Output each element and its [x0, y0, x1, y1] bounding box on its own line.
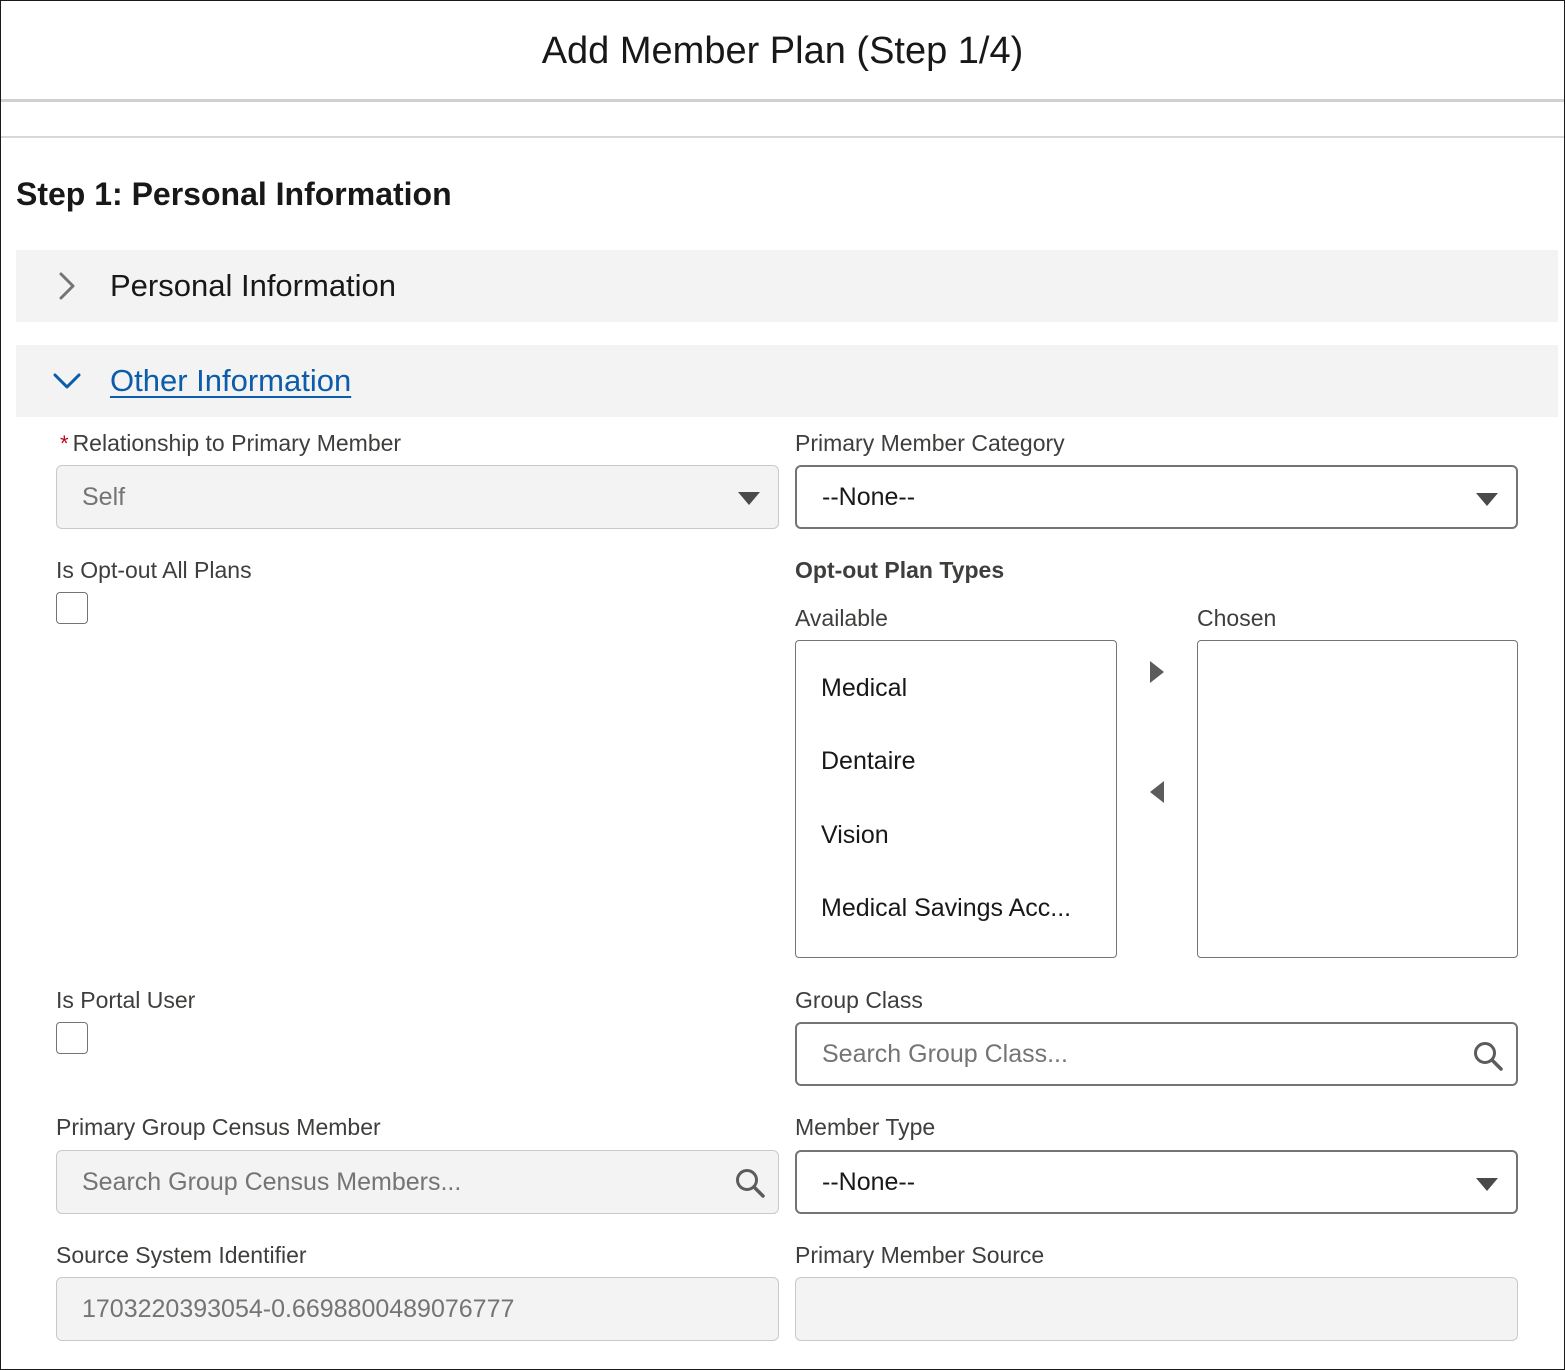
move-right-button[interactable] — [1140, 655, 1174, 689]
caret-down-icon — [1476, 493, 1498, 506]
chosen-label: Chosen — [1197, 605, 1277, 631]
source-id-value: 1703220393054-0.6698800489076777 — [82, 1294, 515, 1323]
search-icon — [734, 1167, 766, 1199]
move-left-button[interactable] — [1140, 775, 1174, 809]
source-id-field[interactable]: 1703220393054-0.6698800489076777 — [56, 1277, 779, 1341]
relationship-value: Self — [82, 482, 126, 511]
portal-user-label: Is Portal User — [56, 987, 196, 1013]
primary-category-label: Primary Member Category — [795, 430, 1065, 456]
group-class-label: Group Class — [795, 987, 923, 1013]
member-type-value: --None-- — [822, 1167, 916, 1196]
search-icon — [1472, 1040, 1504, 1072]
arrow-left-icon — [1150, 781, 1164, 803]
census-member-input[interactable]: Search Group Census Members... — [56, 1150, 779, 1214]
list-item[interactable]: Medical — [821, 674, 907, 703]
list-item[interactable]: Vision — [821, 821, 889, 850]
list-item[interactable]: Medical Savings Acc... — [821, 894, 1071, 923]
group-class-input[interactable]: Search Group Class... — [795, 1022, 1518, 1086]
section-personal-information[interactable]: Personal Information — [16, 250, 1558, 322]
required-marker: * — [60, 431, 69, 456]
member-type-label: Member Type — [795, 1114, 936, 1140]
arrow-right-icon — [1150, 661, 1164, 683]
chevron-down-icon[interactable] — [50, 364, 84, 398]
divider — [1, 136, 1564, 138]
primary-category-value: --None-- — [822, 482, 916, 511]
relationship-label: * Relationship to Primary Member — [60, 430, 401, 457]
primary-category-select[interactable]: --None-- — [795, 465, 1518, 529]
section-label-personal[interactable]: Personal Information — [110, 268, 396, 304]
opt-out-types-label: Opt-out Plan Types — [795, 557, 1005, 583]
relationship-select[interactable]: Self — [56, 465, 779, 529]
available-listbox[interactable]: Medical Dentaire Vision Medical Savings … — [795, 640, 1117, 958]
section-label-other[interactable]: Other Information — [110, 363, 351, 399]
source-id-label: Source System Identifier — [56, 1242, 307, 1268]
caret-down-icon — [738, 492, 760, 505]
modal-title: Add Member Plan (Step 1/4) — [541, 29, 1024, 72]
modal-header: Add Member Plan (Step 1/4) — [1, 1, 1564, 102]
opt-out-all-label: Is Opt-out All Plans — [56, 557, 252, 583]
primary-source-field[interactable] — [795, 1277, 1518, 1341]
chosen-listbox[interactable] — [1197, 640, 1518, 958]
section-other-information[interactable]: Other Information — [16, 345, 1558, 417]
census-member-label: Primary Group Census Member — [56, 1114, 381, 1140]
census-member-placeholder: Search Group Census Members... — [82, 1167, 462, 1196]
group-class-placeholder: Search Group Class... — [822, 1039, 1068, 1068]
portal-user-checkbox[interactable] — [56, 1022, 88, 1054]
opt-out-all-checkbox[interactable] — [56, 592, 88, 624]
primary-source-label: Primary Member Source — [795, 1242, 1045, 1268]
chevron-right-icon[interactable] — [50, 269, 84, 303]
available-label: Available — [795, 605, 888, 631]
relationship-label-text: Relationship to Primary Member — [72, 430, 402, 456]
step-heading: Step 1: Personal Information — [16, 176, 452, 212]
list-item[interactable]: Dentaire — [821, 747, 916, 776]
member-type-select[interactable]: --None-- — [795, 1150, 1518, 1214]
caret-down-icon — [1476, 1178, 1498, 1191]
